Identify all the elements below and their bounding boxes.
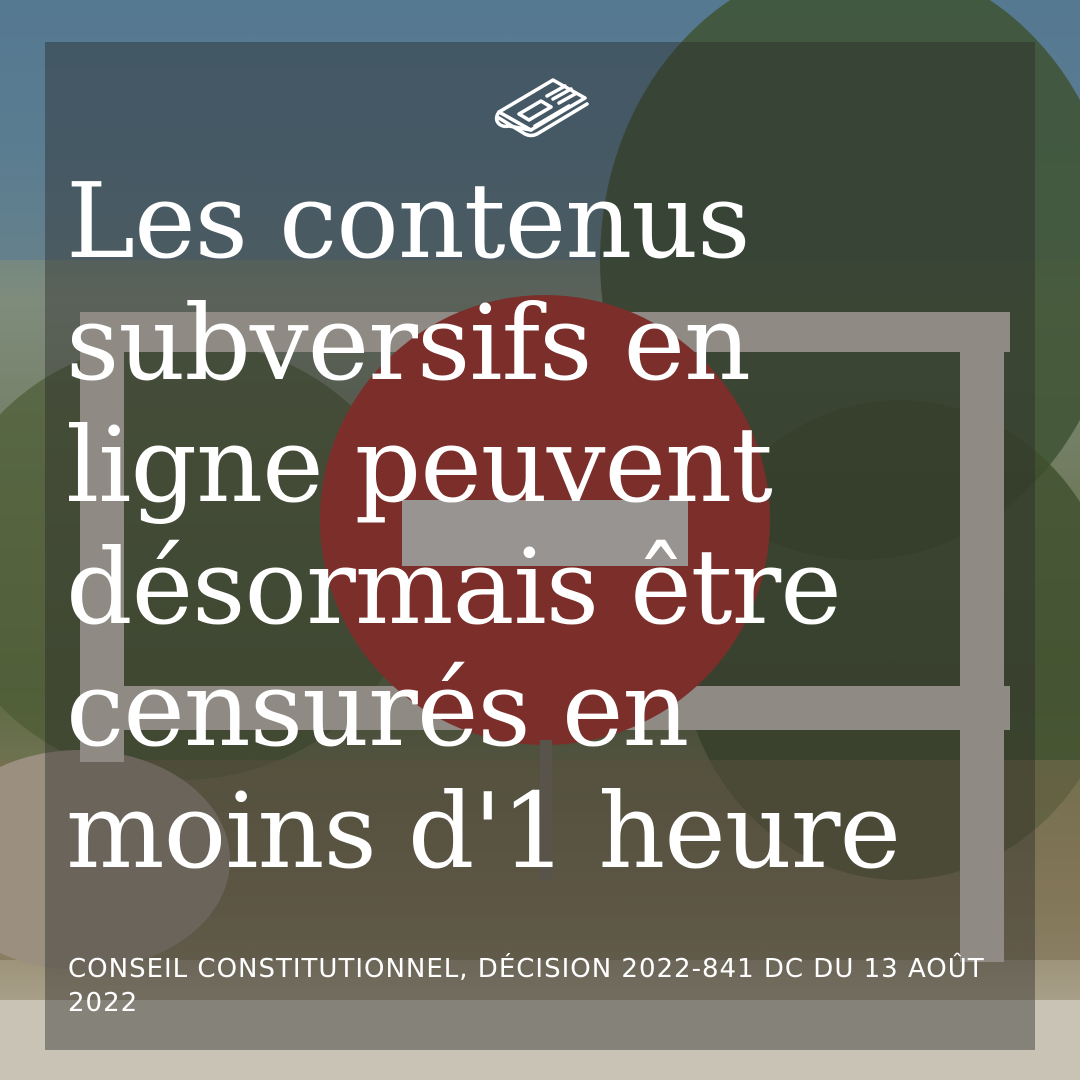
headline-line-2: subversifs en [66,282,751,404]
headline-line-3: ligne peuvent [66,404,773,526]
headline-line-5: censurés en [66,648,689,770]
headline-line-1: Les contenus [66,160,751,282]
headline-line-6: moins d'1 heure [66,770,901,892]
newspaper-icon [494,78,589,138]
headline: Les contenus subversifs en ligne peuvent… [66,160,1066,892]
headline-line-4: désormais être [66,526,842,648]
source-caption: CONSEIL CONSTITUTIONNEL, DÉCISION 2022-8… [68,954,985,1018]
